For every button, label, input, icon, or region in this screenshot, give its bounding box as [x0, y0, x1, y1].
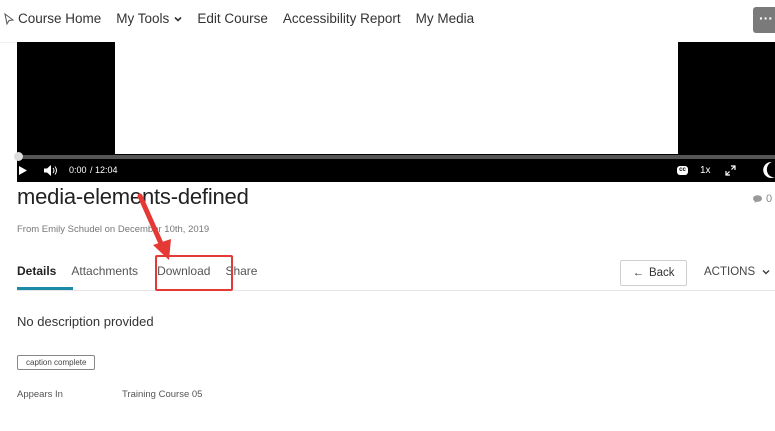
duration: / 12:04: [90, 165, 118, 175]
comment-count-value: 0: [766, 193, 773, 205]
description: No description provided: [17, 314, 154, 329]
top-navigation: Course Home My Tools Edit Course Accessi…: [0, 0, 775, 43]
more-menu-button[interactable]: ···: [753, 7, 775, 33]
closed-captions-icon[interactable]: cc: [677, 166, 688, 175]
volume-icon[interactable]: [44, 165, 58, 176]
play-icon[interactable]: [19, 166, 27, 175]
nav-course-home[interactable]: Course Home: [18, 11, 101, 26]
nav-edit-course[interactable]: Edit Course: [197, 11, 268, 26]
back-button-label: Back: [648, 267, 675, 279]
video-frame: [115, 42, 678, 154]
comment-count[interactable]: 0: [753, 193, 772, 205]
nav-accessibility-report[interactable]: Accessibility Report: [283, 11, 401, 26]
appears-in-label: Appears In: [17, 389, 63, 400]
annotation-arrow-icon: [137, 193, 171, 260]
tab-details[interactable]: Details: [17, 264, 56, 278]
playback-speed[interactable]: 1x: [700, 159, 711, 182]
nav-my-tools[interactable]: My Tools: [116, 11, 182, 26]
fullscreen-icon[interactable]: [725, 165, 736, 176]
cursor-icon: [4, 12, 15, 25]
nav-menu: Course Home My Tools Edit Course Accessi…: [4, 11, 489, 26]
appears-in-value[interactable]: Training Course 05: [122, 389, 202, 400]
player-controls: 0:00 / 12:04 cc 1x: [17, 159, 775, 182]
media-tabs: Details Attachments Download Share: [17, 264, 272, 278]
arrow-left-icon: ←: [632, 267, 644, 279]
video-player[interactable]: 0:00 / 12:04 cc 1x: [14, 42, 775, 182]
logo-icon: [763, 161, 775, 178]
comment-icon: [753, 195, 762, 203]
current-time: 0:00: [69, 165, 87, 175]
chevron-down-icon: [174, 16, 182, 22]
media-meta: From Emily Schudel on December 10th, 201…: [17, 224, 210, 235]
back-button[interactable]: ← Back: [620, 260, 687, 286]
actions-dropdown[interactable]: ACTIONS: [704, 266, 770, 278]
tag-badge[interactable]: caption complete: [17, 355, 96, 370]
chevron-down-icon: [762, 269, 770, 275]
nav-my-media[interactable]: My Media: [416, 11, 475, 26]
tabs-divider: [17, 290, 775, 291]
actions-label: ACTIONS: [704, 266, 756, 278]
tab-attachments[interactable]: Attachments: [71, 264, 138, 278]
nav-my-tools-label: My Tools: [116, 11, 170, 26]
